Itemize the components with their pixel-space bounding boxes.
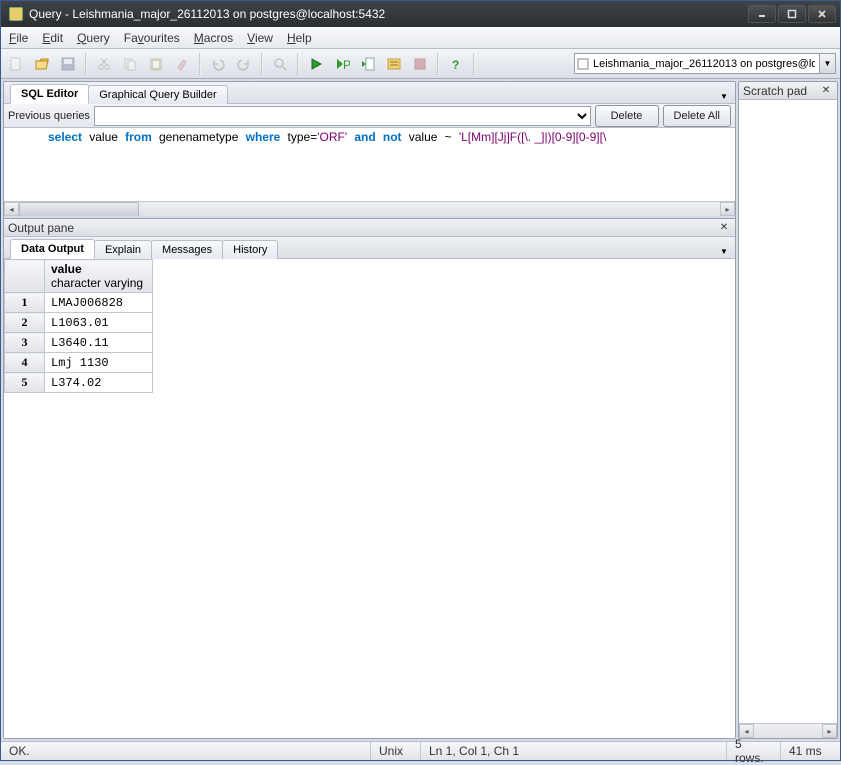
output-pane-close-icon[interactable]: ✕	[717, 221, 731, 235]
menu-macros[interactable]: Macros	[194, 31, 233, 45]
editor-hscrollbar[interactable]: ◂ ▸	[4, 201, 735, 216]
minimize-button[interactable]	[748, 5, 776, 23]
status-rowcount: 5 rows.	[727, 742, 781, 760]
save-icon[interactable]	[57, 53, 79, 75]
sql-text-editor[interactable]: select value from genenametype where typ…	[4, 128, 735, 216]
delete-all-button[interactable]: Delete All	[663, 105, 731, 127]
table-row: 2L1063.01	[5, 313, 153, 333]
svg-text:?: ?	[452, 58, 459, 72]
close-button[interactable]	[808, 5, 836, 23]
scroll-right-icon[interactable]: ▸	[720, 202, 735, 216]
menu-file[interactable]: File	[9, 31, 28, 45]
maximize-button[interactable]	[778, 5, 806, 23]
toolbar: P G ? ▼	[1, 49, 840, 79]
title-bar: Query - Leishmania_major_26112013 on pos…	[1, 1, 840, 27]
explain-icon[interactable]	[383, 53, 405, 75]
copy-icon[interactable]	[119, 53, 141, 75]
stop-icon[interactable]	[409, 53, 431, 75]
table-row: 4Lmj 1130	[5, 353, 153, 373]
scratch-pad-close-icon[interactable]: ✕	[819, 84, 833, 98]
execute-icon[interactable]	[305, 53, 327, 75]
help-icon[interactable]: ?	[445, 53, 467, 75]
undo-icon[interactable]	[207, 53, 229, 75]
redo-icon[interactable]	[233, 53, 255, 75]
status-eol: Unix	[371, 742, 421, 760]
status-cursor-pos: Ln 1, Col 1, Ch 1	[421, 742, 727, 760]
output-tabs-menu-icon[interactable]: ▼	[717, 244, 731, 258]
scroll-left-icon[interactable]: ◂	[739, 724, 754, 738]
tab-history[interactable]: History	[222, 240, 278, 259]
previous-queries-combo[interactable]	[94, 106, 591, 126]
scratch-hscrollbar[interactable]: ◂ ▸	[739, 723, 837, 738]
scroll-thumb[interactable]	[19, 202, 139, 216]
output-pane-title: Output pane	[8, 221, 74, 235]
tab-messages[interactable]: Messages	[151, 240, 223, 259]
execute-pgscript-icon[interactable]: P G	[331, 53, 353, 75]
svg-text:P G: P G	[343, 58, 350, 72]
menu-query[interactable]: Query	[77, 31, 110, 45]
cut-icon[interactable]	[93, 53, 115, 75]
status-ok: OK.	[1, 742, 371, 760]
table-row: 3L3640.11	[5, 333, 153, 353]
previous-queries-label: Previous queries	[8, 110, 90, 122]
execute-file-icon[interactable]	[357, 53, 379, 75]
menu-view[interactable]: View	[247, 31, 273, 45]
tab-data-output[interactable]: Data Output	[10, 239, 95, 259]
rownum-header[interactable]	[5, 260, 45, 293]
status-bar: OK. Unix Ln 1, Col 1, Ch 1 5 rows. 41 ms	[1, 741, 840, 760]
app-icon	[9, 7, 23, 21]
menu-help[interactable]: Help	[287, 31, 312, 45]
new-icon[interactable]	[5, 53, 27, 75]
scroll-right-icon[interactable]: ▸	[822, 724, 837, 738]
tab-explain[interactable]: Explain	[94, 240, 152, 259]
scroll-left-icon[interactable]: ◂	[4, 202, 19, 216]
tab-sql-editor[interactable]: SQL Editor	[10, 84, 89, 104]
window-title: Query - Leishmania_major_26112013 on pos…	[29, 7, 385, 21]
menu-bar: File Edit Query Favourites Macros View H…	[1, 27, 840, 49]
find-icon[interactable]	[269, 53, 291, 75]
table-row: 1LMAJ006828	[5, 293, 153, 313]
connection-combo[interactable]	[574, 53, 820, 74]
scratch-pad-area[interactable]: ◂ ▸	[739, 100, 837, 738]
editor-tabs-menu-icon[interactable]: ▼	[717, 89, 731, 103]
scratch-pad-title: Scratch pad	[743, 84, 807, 98]
tab-graphical-query-builder[interactable]: Graphical Query Builder	[88, 85, 227, 104]
result-grid[interactable]: value character varying 1LMAJ006828 2L10…	[4, 259, 735, 738]
menu-edit[interactable]: Edit	[42, 31, 63, 45]
paste-icon[interactable]	[145, 53, 167, 75]
clear-icon[interactable]	[171, 53, 193, 75]
connection-dropdown-icon[interactable]: ▼	[820, 53, 836, 74]
menu-favourites[interactable]: Favourites	[124, 31, 180, 45]
column-header-value[interactable]: value character varying	[45, 260, 153, 293]
table-row: 5L374.02	[5, 373, 153, 393]
open-icon[interactable]	[31, 53, 53, 75]
delete-button[interactable]: Delete	[595, 105, 659, 127]
status-time: 41 ms	[781, 742, 839, 760]
